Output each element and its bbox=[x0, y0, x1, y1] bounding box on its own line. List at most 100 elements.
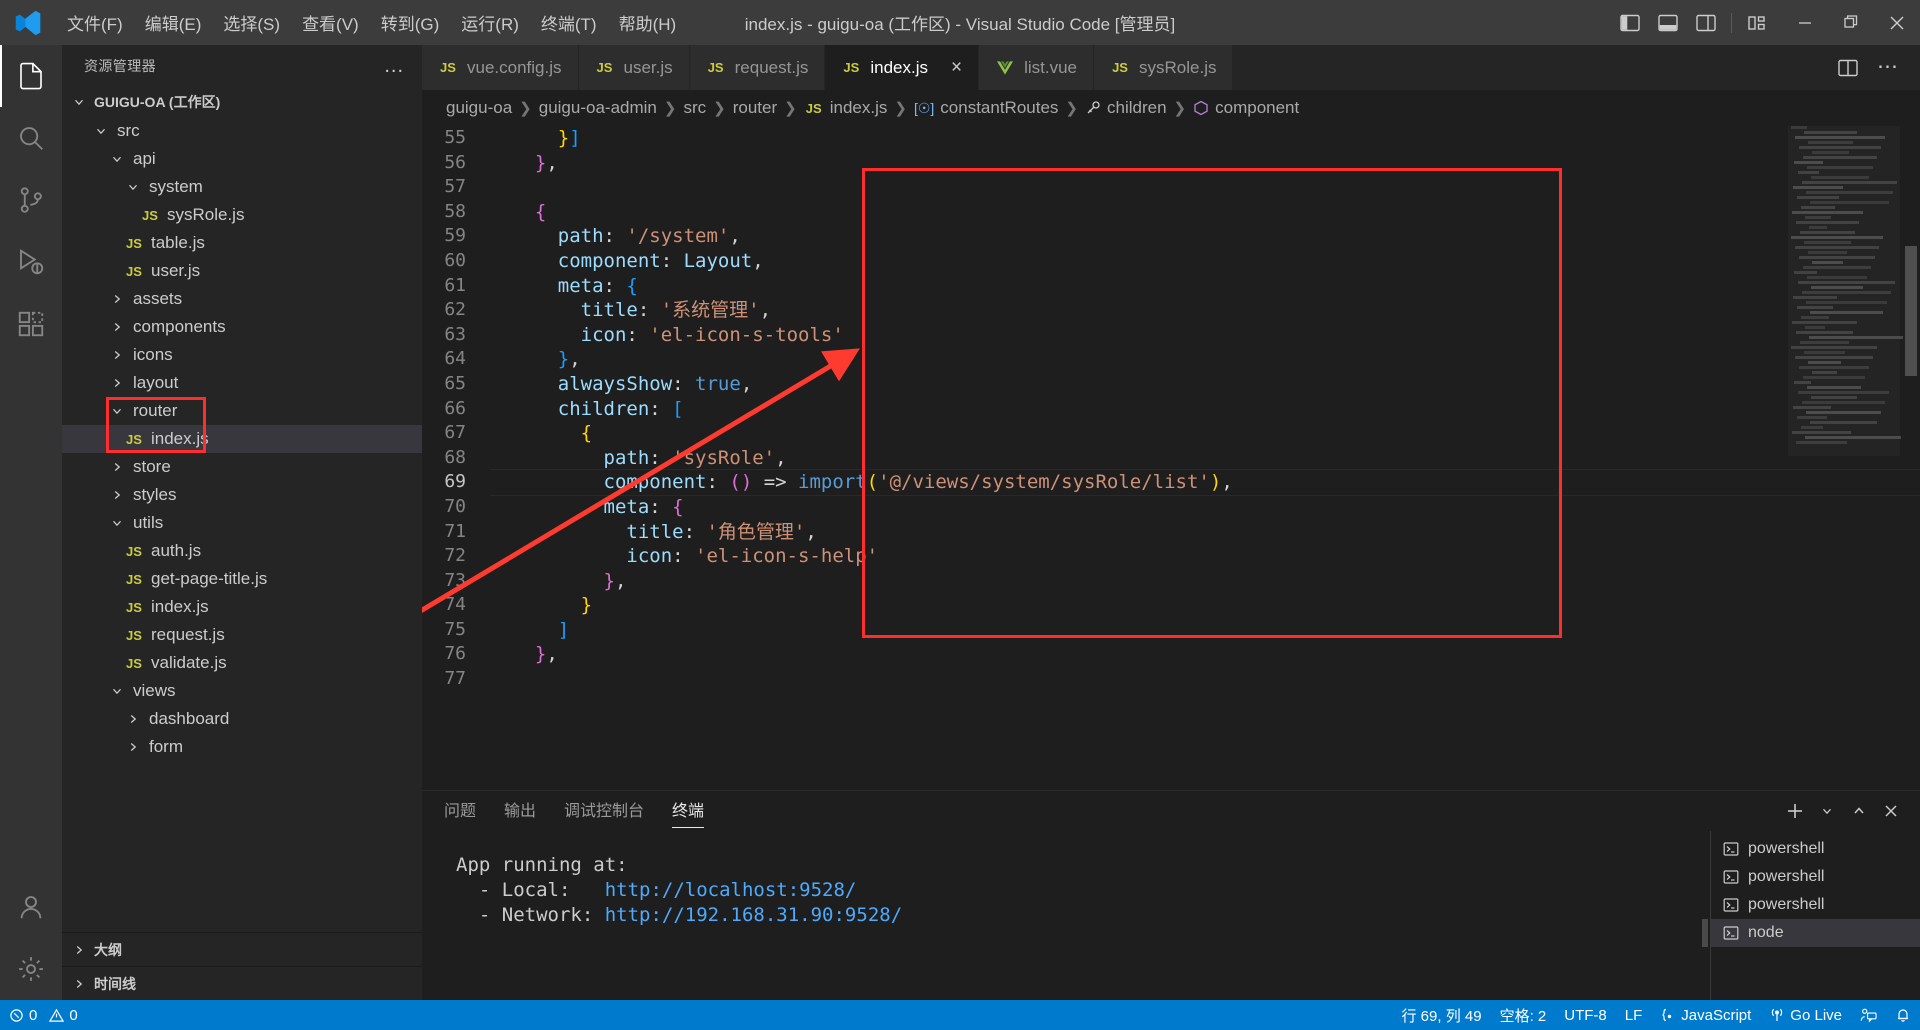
status-language-mode[interactable]: JavaScript bbox=[1651, 1000, 1760, 1030]
breadcrumb-item-children[interactable]: children bbox=[1085, 98, 1167, 118]
tab-problems[interactable]: 问题 bbox=[444, 797, 476, 826]
breadcrumb-item-router[interactable]: router bbox=[733, 98, 777, 118]
menu-edit[interactable]: 编辑(E) bbox=[134, 6, 213, 39]
code-line-66[interactable]: 66 children: [ bbox=[422, 397, 1920, 422]
terminal-output[interactable]: App running at: - Local: http://localhos… bbox=[422, 831, 1710, 1000]
workspace-section-header[interactable]: GUIGU-OA (工作区) bbox=[62, 87, 422, 117]
breadcrumb-item-src[interactable]: src bbox=[683, 98, 706, 118]
tree-folder-router[interactable]: router bbox=[62, 397, 422, 425]
tab-output[interactable]: 输出 bbox=[504, 797, 536, 826]
code-editor[interactable]: 55 }]56 },57 58 {59 path: '/system',60 c… bbox=[422, 126, 1920, 790]
editor-tabs[interactable]: JSvue.config.jsJSuser.jsJSrequest.jsJSin… bbox=[422, 45, 1920, 90]
tree-folder-src[interactable]: src bbox=[62, 117, 422, 145]
source-control-icon[interactable] bbox=[0, 169, 62, 231]
status-go-live[interactable]: Go Live bbox=[1760, 1000, 1851, 1030]
code-line-55[interactable]: 55 }] bbox=[422, 126, 1920, 151]
code-line-70[interactable]: 70 meta: { bbox=[422, 495, 1920, 520]
tree-file-index.js[interactable]: JSindex.js bbox=[62, 593, 422, 621]
code-line-72[interactable]: 72 icon: 'el-icon-s-help' bbox=[422, 544, 1920, 569]
tab-list.vue[interactable]: list.vue bbox=[979, 45, 1094, 90]
tree-folder-layout[interactable]: layout bbox=[62, 369, 422, 397]
code-line-57[interactable]: 57 bbox=[422, 175, 1920, 200]
tree-file-request.js[interactable]: JSrequest.js bbox=[62, 621, 422, 649]
code-line-76[interactable]: 76 }, bbox=[422, 642, 1920, 667]
status-indentation[interactable]: 空格: 2 bbox=[1491, 1000, 1556, 1030]
editor-scrollbar[interactable] bbox=[1904, 126, 1918, 790]
extensions-icon[interactable] bbox=[0, 293, 62, 355]
menu-go[interactable]: 转到(G) bbox=[370, 6, 451, 39]
code-line-71[interactable]: 71 title: '角色管理', bbox=[422, 520, 1920, 545]
tab-debug-console[interactable]: 调试控制台 bbox=[564, 797, 644, 826]
terminal-instance-list[interactable]: powershellpowershellpowershellnode bbox=[1710, 831, 1920, 1000]
tree-folder-form[interactable]: form bbox=[62, 733, 422, 761]
explorer-more-icon[interactable]: ... bbox=[376, 55, 412, 78]
status-encoding[interactable]: UTF-8 bbox=[1555, 1000, 1616, 1030]
menu-help[interactable]: 帮助(H) bbox=[608, 6, 688, 39]
toggle-panel-icon[interactable] bbox=[1649, 0, 1687, 45]
terminal-instance-node[interactable]: node bbox=[1711, 919, 1920, 947]
tree-file-sysRole.js[interactable]: JSsysRole.js bbox=[62, 201, 422, 229]
search-icon[interactable] bbox=[0, 107, 62, 169]
tree-folder-components[interactable]: components bbox=[62, 313, 422, 341]
code-line-67[interactable]: 67 { bbox=[422, 421, 1920, 446]
tab-request.js[interactable]: JSrequest.js bbox=[690, 45, 826, 90]
outline-section[interactable]: 大纲 bbox=[62, 932, 422, 966]
terminal-link[interactable]: http://localhost:9528/ bbox=[605, 879, 857, 901]
chevron-down-icon[interactable] bbox=[1812, 794, 1842, 828]
status-notifications[interactable] bbox=[1886, 1000, 1920, 1030]
code-line-61[interactable]: 61 meta: { bbox=[422, 274, 1920, 299]
terminal-instance-powershell[interactable]: powershell bbox=[1711, 835, 1920, 863]
restore-button[interactable] bbox=[1828, 0, 1874, 45]
tree-folder-api[interactable]: api bbox=[62, 145, 422, 173]
tree-folder-views[interactable]: views bbox=[62, 677, 422, 705]
tree-folder-dashboard[interactable]: dashboard bbox=[62, 705, 422, 733]
tab-vue.config.js[interactable]: JSvue.config.js bbox=[422, 45, 579, 90]
code-line-60[interactable]: 60 component: Layout, bbox=[422, 249, 1920, 274]
code-line-77[interactable]: 77 bbox=[422, 667, 1920, 692]
code-line-73[interactable]: 73 }, bbox=[422, 569, 1920, 594]
run-and-debug-icon[interactable] bbox=[0, 231, 62, 293]
tree-folder-system[interactable]: system bbox=[62, 173, 422, 201]
tree-file-get-page-title.js[interactable]: JSget-page-title.js bbox=[62, 565, 422, 593]
toggle-primary-sidebar-icon[interactable] bbox=[1611, 0, 1649, 45]
menu-file[interactable]: 文件(F) bbox=[56, 6, 134, 39]
file-tree[interactable]: srcapisystemJSsysRole.jsJStable.jsJSuser… bbox=[62, 117, 422, 932]
status-cursor-position[interactable]: 行 69, 列 49 bbox=[1393, 1000, 1491, 1030]
breadcrumb-item-guigu-oa-admin[interactable]: guigu-oa-admin bbox=[539, 98, 657, 118]
tree-folder-styles[interactable]: styles bbox=[62, 481, 422, 509]
breadcrumb-item-component[interactable]: component bbox=[1193, 98, 1299, 118]
terminal-instance-powershell[interactable]: powershell bbox=[1711, 863, 1920, 891]
close-panel-icon[interactable] bbox=[1876, 794, 1906, 828]
minimap[interactable] bbox=[1788, 126, 1900, 790]
code-line-62[interactable]: 62 title: '系统管理', bbox=[422, 298, 1920, 323]
tab-index.js[interactable]: JSindex.js× bbox=[825, 45, 979, 90]
menu-run[interactable]: 运行(R) bbox=[450, 6, 530, 39]
explorer-icon[interactable] bbox=[0, 45, 62, 107]
code-line-63[interactable]: 63 icon: 'el-icon-s-tools' bbox=[422, 323, 1920, 348]
code-line-59[interactable]: 59 path: '/system', bbox=[422, 224, 1920, 249]
customize-layout-icon[interactable] bbox=[1738, 0, 1776, 45]
code-line-75[interactable]: 75 ] bbox=[422, 618, 1920, 643]
split-editor-icon[interactable] bbox=[1830, 45, 1866, 90]
breadcrumb-item-index.js[interactable]: JSindex.js bbox=[804, 98, 888, 118]
accounts-icon[interactable] bbox=[0, 876, 62, 938]
code-line-69[interactable]: 69 component: () => import('@/views/syst… bbox=[422, 470, 1920, 495]
breadcrumb-item-guigu-oa[interactable]: guigu-oa bbox=[446, 98, 512, 118]
tree-file-index.js[interactable]: JSindex.js bbox=[62, 425, 422, 453]
menu-view[interactable]: 查看(V) bbox=[291, 6, 370, 39]
manage-gear-icon[interactable] bbox=[0, 938, 62, 1000]
tree-folder-assets[interactable]: assets bbox=[62, 285, 422, 313]
minimize-button[interactable] bbox=[1782, 0, 1828, 45]
tree-folder-utils[interactable]: utils bbox=[62, 509, 422, 537]
maximize-panel-icon[interactable] bbox=[1844, 794, 1874, 828]
close-icon[interactable]: × bbox=[951, 58, 962, 77]
code-line-74[interactable]: 74 } bbox=[422, 593, 1920, 618]
tree-folder-icons[interactable]: icons bbox=[62, 341, 422, 369]
code-line-68[interactable]: 68 path: 'sysRole', bbox=[422, 446, 1920, 471]
menu-selection[interactable]: 选择(S) bbox=[212, 6, 291, 39]
status-eol[interactable]: LF bbox=[1616, 1000, 1652, 1030]
minimap-viewport[interactable] bbox=[1788, 126, 1900, 456]
tree-file-user.js[interactable]: JSuser.js bbox=[62, 257, 422, 285]
tree-folder-store[interactable]: store bbox=[62, 453, 422, 481]
toggle-secondary-sidebar-icon[interactable] bbox=[1687, 0, 1725, 45]
